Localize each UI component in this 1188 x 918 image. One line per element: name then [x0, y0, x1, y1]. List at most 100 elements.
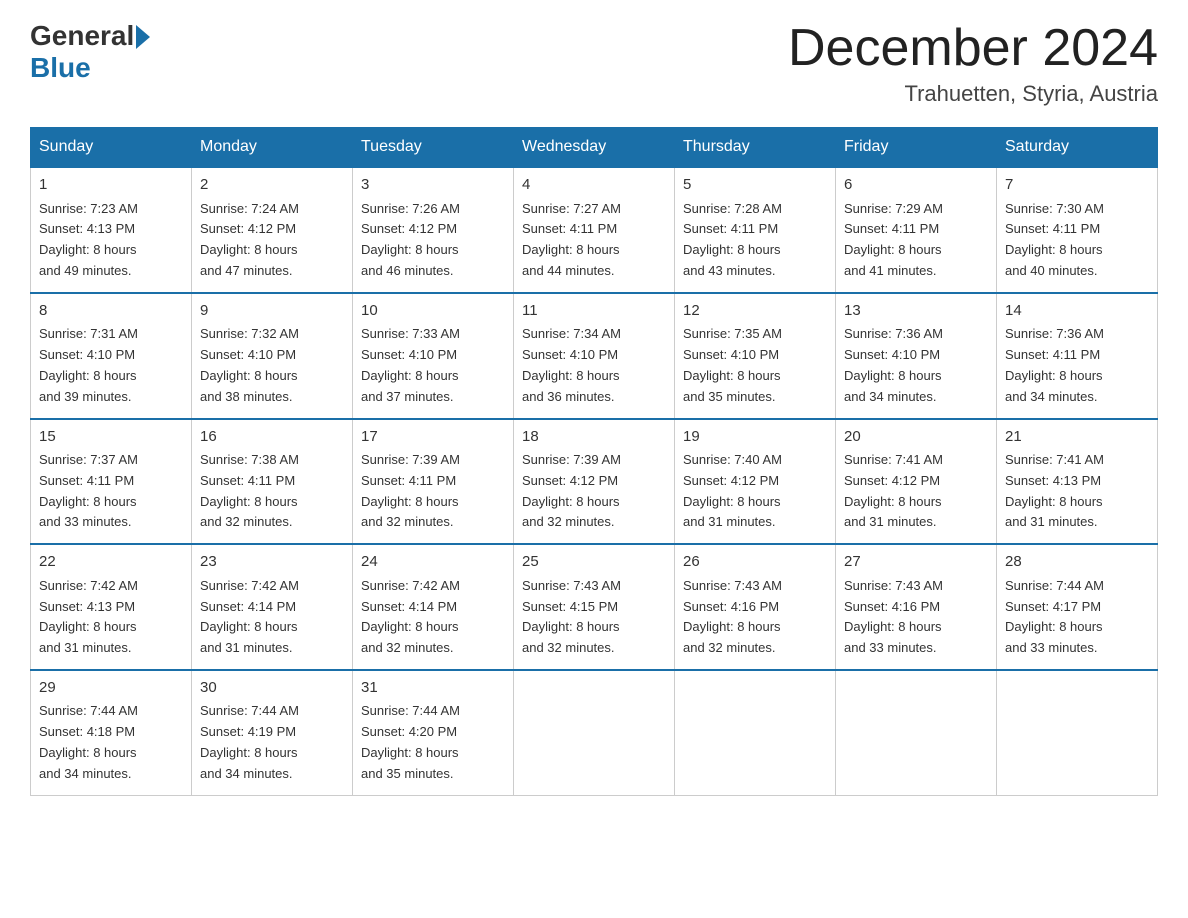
calendar-cell: 4Sunrise: 7:27 AMSunset: 4:11 PMDaylight… [514, 167, 675, 293]
calendar-header-row: SundayMondayTuesdayWednesdayThursdayFrid… [31, 128, 1158, 168]
calendar-cell: 30Sunrise: 7:44 AMSunset: 4:19 PMDayligh… [192, 670, 353, 795]
day-info: Sunrise: 7:28 AMSunset: 4:11 PMDaylight:… [683, 199, 827, 282]
calendar-cell: 1Sunrise: 7:23 AMSunset: 4:13 PMDaylight… [31, 167, 192, 293]
col-header-thursday: Thursday [675, 128, 836, 168]
day-number: 20 [844, 426, 988, 449]
day-number: 24 [361, 551, 505, 574]
day-info: Sunrise: 7:32 AMSunset: 4:10 PMDaylight:… [200, 324, 344, 407]
day-number: 10 [361, 300, 505, 323]
day-info: Sunrise: 7:43 AMSunset: 4:16 PMDaylight:… [844, 576, 988, 659]
day-number: 26 [683, 551, 827, 574]
calendar-cell: 20Sunrise: 7:41 AMSunset: 4:12 PMDayligh… [836, 419, 997, 545]
title-block: December 2024 Trahuetten, Styria, Austri… [788, 20, 1158, 107]
calendar-cell: 11Sunrise: 7:34 AMSunset: 4:10 PMDayligh… [514, 293, 675, 419]
day-number: 16 [200, 426, 344, 449]
col-header-monday: Monday [192, 128, 353, 168]
day-info: Sunrise: 7:27 AMSunset: 4:11 PMDaylight:… [522, 199, 666, 282]
col-header-sunday: Sunday [31, 128, 192, 168]
day-info: Sunrise: 7:40 AMSunset: 4:12 PMDaylight:… [683, 450, 827, 533]
day-info: Sunrise: 7:34 AMSunset: 4:10 PMDaylight:… [522, 324, 666, 407]
day-info: Sunrise: 7:36 AMSunset: 4:10 PMDaylight:… [844, 324, 988, 407]
logo: General Blue [30, 20, 150, 84]
calendar-cell: 27Sunrise: 7:43 AMSunset: 4:16 PMDayligh… [836, 544, 997, 670]
day-info: Sunrise: 7:44 AMSunset: 4:20 PMDaylight:… [361, 701, 505, 784]
col-header-friday: Friday [836, 128, 997, 168]
day-number: 27 [844, 551, 988, 574]
day-info: Sunrise: 7:26 AMSunset: 4:12 PMDaylight:… [361, 199, 505, 282]
month-year-title: December 2024 [788, 20, 1158, 77]
calendar-cell: 28Sunrise: 7:44 AMSunset: 4:17 PMDayligh… [997, 544, 1158, 670]
calendar-cell: 26Sunrise: 7:43 AMSunset: 4:16 PMDayligh… [675, 544, 836, 670]
col-header-tuesday: Tuesday [353, 128, 514, 168]
calendar-cell: 10Sunrise: 7:33 AMSunset: 4:10 PMDayligh… [353, 293, 514, 419]
day-info: Sunrise: 7:24 AMSunset: 4:12 PMDaylight:… [200, 199, 344, 282]
calendar-week-row: 22Sunrise: 7:42 AMSunset: 4:13 PMDayligh… [31, 544, 1158, 670]
day-number: 4 [522, 174, 666, 197]
calendar-week-row: 15Sunrise: 7:37 AMSunset: 4:11 PMDayligh… [31, 419, 1158, 545]
day-info: Sunrise: 7:44 AMSunset: 4:19 PMDaylight:… [200, 701, 344, 784]
logo-blue: Blue [30, 52, 91, 84]
calendar-cell: 12Sunrise: 7:35 AMSunset: 4:10 PMDayligh… [675, 293, 836, 419]
calendar-cell: 16Sunrise: 7:38 AMSunset: 4:11 PMDayligh… [192, 419, 353, 545]
calendar-week-row: 8Sunrise: 7:31 AMSunset: 4:10 PMDaylight… [31, 293, 1158, 419]
day-number: 7 [1005, 174, 1149, 197]
day-number: 19 [683, 426, 827, 449]
calendar-cell: 25Sunrise: 7:43 AMSunset: 4:15 PMDayligh… [514, 544, 675, 670]
day-info: Sunrise: 7:42 AMSunset: 4:14 PMDaylight:… [200, 576, 344, 659]
calendar-cell: 24Sunrise: 7:42 AMSunset: 4:14 PMDayligh… [353, 544, 514, 670]
calendar-cell: 15Sunrise: 7:37 AMSunset: 4:11 PMDayligh… [31, 419, 192, 545]
day-info: Sunrise: 7:41 AMSunset: 4:12 PMDaylight:… [844, 450, 988, 533]
logo-general: General [30, 20, 134, 52]
day-info: Sunrise: 7:29 AMSunset: 4:11 PMDaylight:… [844, 199, 988, 282]
calendar-cell: 21Sunrise: 7:41 AMSunset: 4:13 PMDayligh… [997, 419, 1158, 545]
day-info: Sunrise: 7:43 AMSunset: 4:16 PMDaylight:… [683, 576, 827, 659]
day-info: Sunrise: 7:39 AMSunset: 4:12 PMDaylight:… [522, 450, 666, 533]
day-info: Sunrise: 7:38 AMSunset: 4:11 PMDaylight:… [200, 450, 344, 533]
calendar-cell: 17Sunrise: 7:39 AMSunset: 4:11 PMDayligh… [353, 419, 514, 545]
day-info: Sunrise: 7:37 AMSunset: 4:11 PMDaylight:… [39, 450, 183, 533]
page-header: General Blue December 2024 Trahuetten, S… [30, 20, 1158, 107]
calendar-week-row: 1Sunrise: 7:23 AMSunset: 4:13 PMDaylight… [31, 167, 1158, 293]
day-number: 9 [200, 300, 344, 323]
day-number: 12 [683, 300, 827, 323]
day-number: 8 [39, 300, 183, 323]
day-info: Sunrise: 7:44 AMSunset: 4:17 PMDaylight:… [1005, 576, 1149, 659]
day-number: 18 [522, 426, 666, 449]
day-number: 3 [361, 174, 505, 197]
calendar-cell: 8Sunrise: 7:31 AMSunset: 4:10 PMDaylight… [31, 293, 192, 419]
day-info: Sunrise: 7:23 AMSunset: 4:13 PMDaylight:… [39, 199, 183, 282]
calendar-cell: 9Sunrise: 7:32 AMSunset: 4:10 PMDaylight… [192, 293, 353, 419]
calendar-cell: 18Sunrise: 7:39 AMSunset: 4:12 PMDayligh… [514, 419, 675, 545]
calendar-cell: 7Sunrise: 7:30 AMSunset: 4:11 PMDaylight… [997, 167, 1158, 293]
day-number: 13 [844, 300, 988, 323]
calendar-cell: 5Sunrise: 7:28 AMSunset: 4:11 PMDaylight… [675, 167, 836, 293]
day-info: Sunrise: 7:36 AMSunset: 4:11 PMDaylight:… [1005, 324, 1149, 407]
calendar-cell: 3Sunrise: 7:26 AMSunset: 4:12 PMDaylight… [353, 167, 514, 293]
calendar-cell [514, 670, 675, 795]
calendar-cell: 23Sunrise: 7:42 AMSunset: 4:14 PMDayligh… [192, 544, 353, 670]
day-number: 1 [39, 174, 183, 197]
calendar-cell [836, 670, 997, 795]
day-number: 17 [361, 426, 505, 449]
location-subtitle: Trahuetten, Styria, Austria [788, 81, 1158, 107]
day-info: Sunrise: 7:35 AMSunset: 4:10 PMDaylight:… [683, 324, 827, 407]
calendar-week-row: 29Sunrise: 7:44 AMSunset: 4:18 PMDayligh… [31, 670, 1158, 795]
day-number: 28 [1005, 551, 1149, 574]
day-number: 29 [39, 677, 183, 700]
calendar-cell: 13Sunrise: 7:36 AMSunset: 4:10 PMDayligh… [836, 293, 997, 419]
calendar-cell: 31Sunrise: 7:44 AMSunset: 4:20 PMDayligh… [353, 670, 514, 795]
calendar-cell: 2Sunrise: 7:24 AMSunset: 4:12 PMDaylight… [192, 167, 353, 293]
day-info: Sunrise: 7:42 AMSunset: 4:14 PMDaylight:… [361, 576, 505, 659]
day-number: 5 [683, 174, 827, 197]
day-number: 6 [844, 174, 988, 197]
day-number: 2 [200, 174, 344, 197]
calendar-cell: 19Sunrise: 7:40 AMSunset: 4:12 PMDayligh… [675, 419, 836, 545]
day-info: Sunrise: 7:43 AMSunset: 4:15 PMDaylight:… [522, 576, 666, 659]
calendar-cell [675, 670, 836, 795]
calendar-table: SundayMondayTuesdayWednesdayThursdayFrid… [30, 127, 1158, 795]
day-info: Sunrise: 7:30 AMSunset: 4:11 PMDaylight:… [1005, 199, 1149, 282]
calendar-cell: 14Sunrise: 7:36 AMSunset: 4:11 PMDayligh… [997, 293, 1158, 419]
col-header-saturday: Saturday [997, 128, 1158, 168]
day-number: 14 [1005, 300, 1149, 323]
calendar-cell: 6Sunrise: 7:29 AMSunset: 4:11 PMDaylight… [836, 167, 997, 293]
